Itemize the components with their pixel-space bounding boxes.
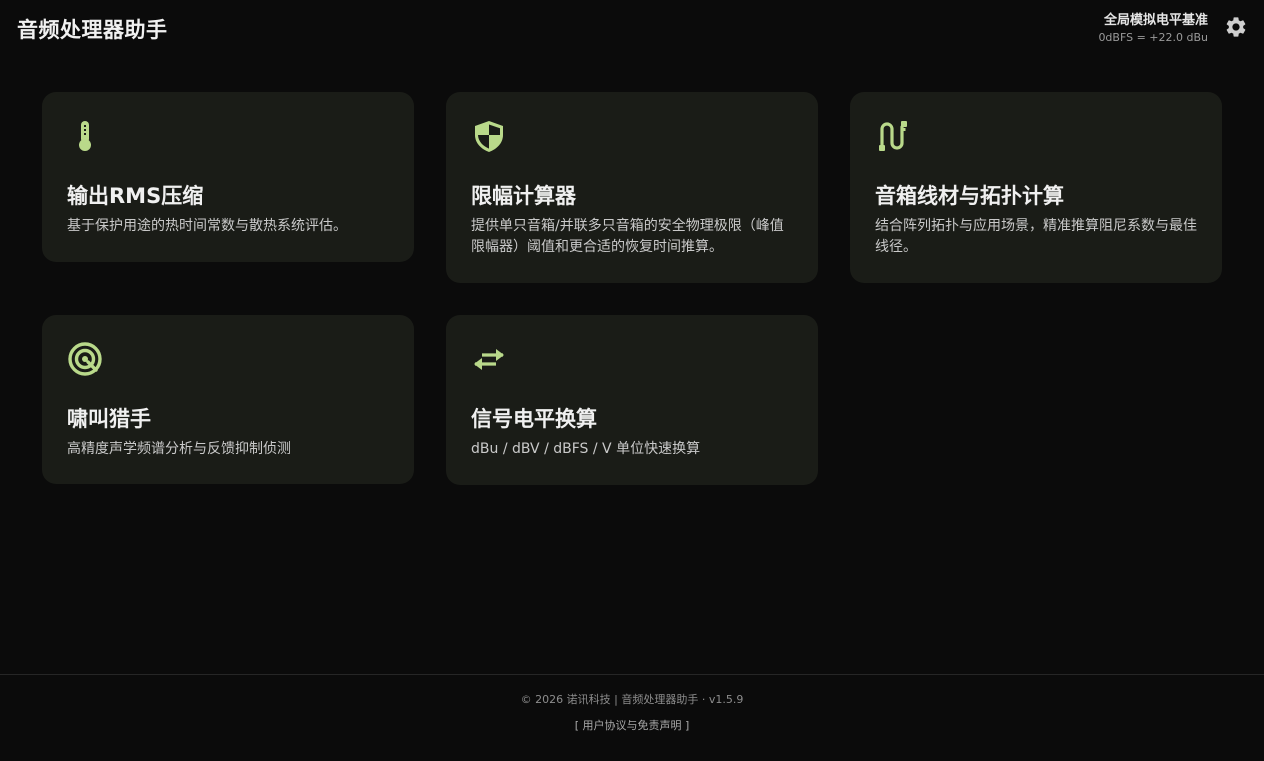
settings-button[interactable] (1224, 15, 1248, 39)
card-description: 基于保护用途的热时间常数与散热系统评估。 (67, 218, 347, 234)
global-reference-level: 全局模拟电平基准 0dBFS = +22.0 dBu (1098, 12, 1208, 45)
gear-icon (1226, 17, 1246, 37)
footer-divider (0, 674, 1264, 675)
reference-level-value: 0dBFS = +22.0 dBu (1098, 31, 1208, 44)
app-title: 音频处理器助手 (17, 18, 168, 42)
card-signal-level-conversion[interactable]: 信号电平换算 dBu / dBV / dBFS / V 单位快速换算 (446, 315, 818, 485)
footer: [ 用户协议与免责声明 ] (0, 717, 1264, 733)
card-description: 结合阵列拓扑与应用场景，精准推算阻尼系数与最佳线径。 (875, 218, 1197, 255)
card-output-rms-compression[interactable]: 输出RMS压缩 基于保护用途的热时间常数与散热系统评估。 (42, 92, 414, 262)
footer-copyright: © 2026 诺讯科技 | 音频处理器助手 · v1.5.9 (520, 693, 744, 706)
card-limiter-calculator[interactable]: 限幅计算器 提供单只音箱/并联多只音箱的安全物理极限（峰值限幅器）阈值和更合适的… (446, 92, 818, 283)
card-speaker-cable-topology[interactable]: 音箱线材与拓扑计算 结合阵列拓扑与应用场景，精准推算阻尼系数与最佳线径。 (850, 92, 1222, 283)
card-title: 信号电平换算 (471, 407, 597, 431)
card-title: 音箱线材与拓扑计算 (875, 184, 1064, 208)
reference-level-title: 全局模拟电平基准 (1103, 13, 1208, 28)
terms-link[interactable]: [ 用户协议与免责声明 ] (575, 719, 690, 732)
feedback-target-icon (66, 340, 104, 378)
app-root: 音频处理器助手 全局模拟电平基准 0dBFS = +22.0 dBu 输出RMS… (0, 0, 1264, 761)
cable-icon (874, 117, 912, 155)
card-title: 啸叫猎手 (67, 407, 151, 431)
swap-arrows-icon (470, 340, 508, 378)
thermometer-icon (66, 117, 104, 155)
card-feedback-hunter[interactable]: 啸叫猎手 高精度声学频谱分析与反馈抑制侦测 (42, 315, 414, 484)
app-header: 音频处理器助手 全局模拟电平基准 0dBFS = +22.0 dBu (0, 0, 1264, 60)
card-description: 提供单只音箱/并联多只音箱的安全物理极限（峰值限幅器）阈值和更合适的恢复时间推算… (471, 218, 784, 255)
shield-icon (470, 117, 508, 155)
card-description: 高精度声学频谱分析与反馈抑制侦测 (67, 441, 291, 457)
card-title: 限幅计算器 (471, 184, 576, 208)
card-description: dBu / dBV / dBFS / V 单位快速换算 (471, 441, 701, 457)
card-title: 输出RMS压缩 (67, 184, 204, 208)
